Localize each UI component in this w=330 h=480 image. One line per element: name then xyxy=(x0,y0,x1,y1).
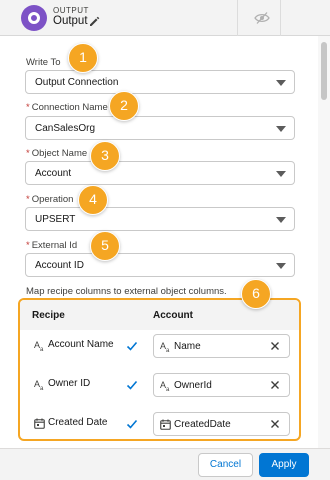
callout-badge-2: 2 xyxy=(109,91,139,121)
recipe-column-header: Recipe xyxy=(32,310,65,321)
source-column: Account Name xyxy=(48,339,114,350)
chevron-down-icon xyxy=(276,80,286,86)
external-id-select[interactable]: Account ID xyxy=(25,253,295,277)
close-icon[interactable] xyxy=(270,380,280,390)
close-icon[interactable] xyxy=(270,419,280,429)
target-column-field[interactable]: Aa OwnerId xyxy=(153,373,290,397)
source-column: Owner ID xyxy=(48,378,91,389)
eye-hidden-icon[interactable] xyxy=(254,11,270,25)
target-column-value: Name xyxy=(174,341,201,352)
text-type-icon: Aa xyxy=(160,380,170,393)
target-column-header: Account xyxy=(153,310,193,321)
external-id-value: Account ID xyxy=(35,260,84,271)
mapping-row: Aa Owner ID Aa OwnerId xyxy=(20,367,299,405)
panel-footer: Cancel Apply xyxy=(0,448,330,480)
required-marker: * xyxy=(26,194,30,205)
text-type-icon: Aa xyxy=(160,341,170,354)
cancel-button[interactable]: Cancel xyxy=(198,453,253,477)
node-type-label: OUTPUT xyxy=(53,6,89,15)
header-divider xyxy=(280,0,281,36)
object-name-label: * Object Name xyxy=(26,148,88,159)
column-mapping-table: Recipe Account Aa Account Name Aa Name A… xyxy=(18,298,301,441)
external-id-label: * External Id xyxy=(26,240,78,251)
required-marker: * xyxy=(26,240,30,251)
connection-name-label: * Connection Name xyxy=(26,102,108,113)
connection-name-select[interactable]: CanSalesOrg xyxy=(25,116,295,140)
target-column-field[interactable]: CreatedDate xyxy=(153,412,290,436)
mapping-instruction: Map recipe columns to external object co… xyxy=(26,286,227,297)
scrollbar[interactable] xyxy=(318,36,330,448)
output-node-icon xyxy=(21,5,47,31)
operation-label: * Operation xyxy=(26,194,74,205)
callout-badge-6: 6 xyxy=(241,279,271,309)
node-title: Output xyxy=(53,15,88,27)
write-to-select[interactable]: Output Connection xyxy=(25,70,295,94)
chevron-down-icon xyxy=(276,171,286,177)
calendar-icon xyxy=(160,419,171,430)
callout-badge-5: 5 xyxy=(90,231,120,261)
required-marker: * xyxy=(26,148,30,159)
apply-button[interactable]: Apply xyxy=(259,453,309,477)
text-type-icon: Aa xyxy=(34,340,44,353)
source-column: Created Date xyxy=(48,417,108,428)
mapping-row: Aa Account Name Aa Name xyxy=(20,328,299,366)
callout-badge-4: 4 xyxy=(78,185,108,215)
mapping-row: Created Date CreatedDate xyxy=(20,406,299,439)
text-type-icon: Aa xyxy=(34,379,44,392)
object-name-value: Account xyxy=(35,168,72,179)
pencil-icon[interactable] xyxy=(88,15,100,27)
write-to-label: Write To xyxy=(26,57,61,68)
required-marker: * xyxy=(26,102,30,113)
target-column-value: CreatedDate xyxy=(174,419,231,430)
callout-badge-3: 3 xyxy=(90,141,120,171)
target-column-field[interactable]: Aa Name xyxy=(153,334,290,358)
chevron-down-icon xyxy=(276,217,286,223)
panel-header: OUTPUT Output xyxy=(0,0,330,36)
callout-badge-1: 1 xyxy=(68,43,98,73)
header-divider xyxy=(237,0,238,36)
check-icon xyxy=(126,341,138,351)
write-to-value: Output Connection xyxy=(35,77,119,88)
chevron-down-icon xyxy=(276,126,286,132)
chevron-down-icon xyxy=(276,263,286,269)
target-column-value: OwnerId xyxy=(174,380,212,391)
check-icon xyxy=(126,419,138,429)
connection-name-value: CanSalesOrg xyxy=(35,123,96,134)
close-icon[interactable] xyxy=(270,341,280,351)
scrollbar-thumb[interactable] xyxy=(321,42,327,100)
calendar-icon xyxy=(34,418,45,429)
check-icon xyxy=(126,380,138,390)
operation-select[interactable]: UPSERT xyxy=(25,207,295,231)
object-name-select[interactable]: Account xyxy=(25,161,295,185)
operation-value: UPSERT xyxy=(35,214,76,225)
